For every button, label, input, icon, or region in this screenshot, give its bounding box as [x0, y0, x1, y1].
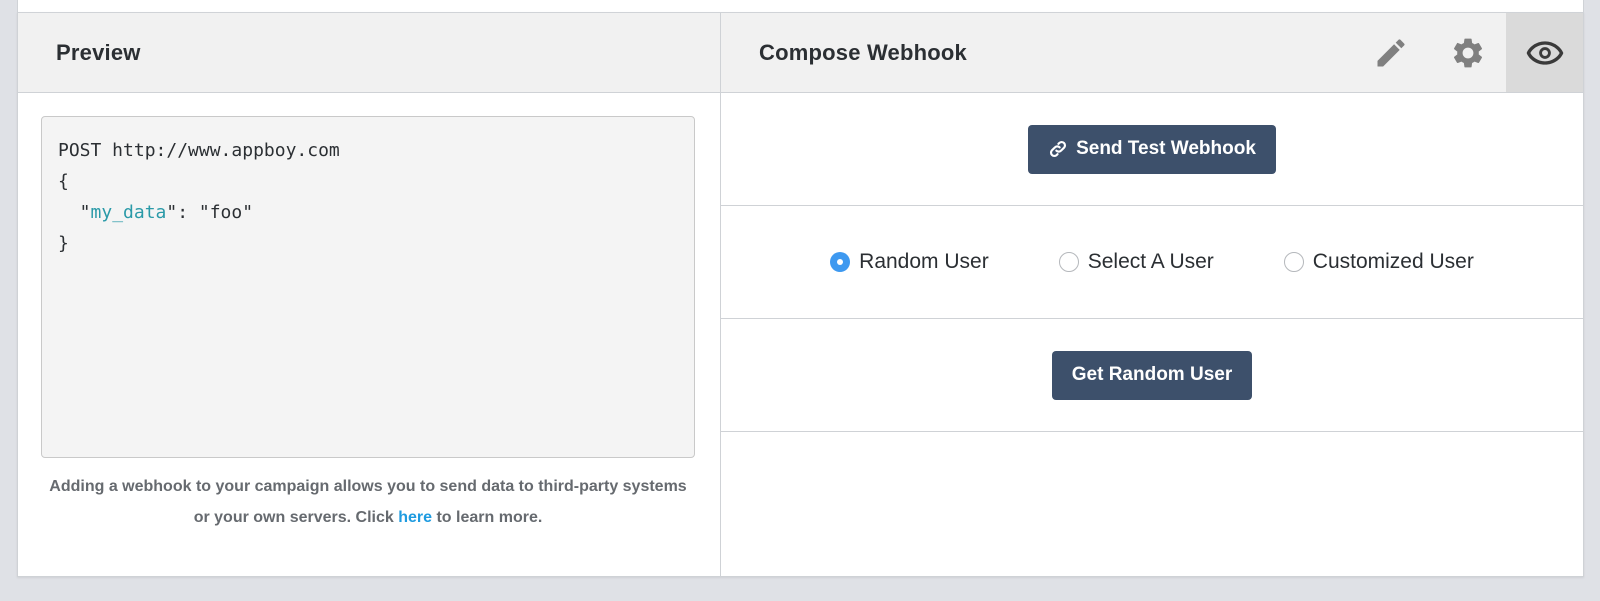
radio-label: Customized User: [1312, 250, 1474, 273]
compose-pane: Compose Webhook Send Test Webhook Random…: [721, 13, 1583, 576]
code-key: my_data: [90, 202, 167, 223]
radio-select-a-user[interactable]: Select A User: [1058, 250, 1214, 274]
settings-tab[interactable]: [1429, 13, 1506, 92]
code-line-request: POST http://www.appboy.com: [58, 140, 340, 161]
compose-header: Compose Webhook: [721, 13, 1583, 93]
send-test-section: Send Test Webhook: [721, 93, 1583, 206]
user-select-section: Random User Select A User Customized Use…: [721, 206, 1583, 319]
code-line-close-brace: }: [58, 233, 69, 254]
radio-button-checked[interactable]: [830, 252, 851, 272]
radio-button[interactable]: [1283, 252, 1304, 272]
compose-title: Compose Webhook: [759, 40, 967, 65]
pencil-icon: [1377, 38, 1405, 66]
code-line-value: ": "foo": [166, 202, 254, 223]
helper-text: Adding a webhook to your campaign allows…: [41, 471, 695, 533]
edit-tab[interactable]: [1352, 13, 1429, 92]
helper-text-before: Adding a webhook to your campaign allows…: [49, 478, 687, 526]
preview-header: Preview: [18, 13, 720, 93]
user-radio-group: Random User Select A User Customized Use…: [830, 250, 1474, 274]
header-icon-group: [1352, 13, 1583, 92]
preview-tab[interactable]: [1506, 13, 1583, 92]
radio-button[interactable]: [1058, 252, 1079, 272]
send-test-webhook-label: Send Test Webhook: [1076, 138, 1256, 159]
eye-icon: [1526, 40, 1563, 65]
code-line-open-brace: {: [58, 171, 69, 192]
get-user-section: Get Random User: [721, 319, 1583, 432]
top-strip: [17, 0, 1584, 12]
send-test-webhook-button[interactable]: Send Test Webhook: [1028, 124, 1276, 174]
webhook-card: Preview POST http://www.appboy.com { "my…: [17, 12, 1584, 577]
webhook-preview-code: POST http://www.appboy.com { "my_data": …: [41, 116, 695, 458]
link-icon: [1050, 140, 1067, 158]
radio-label: Random User: [859, 250, 989, 273]
helper-text-after: to learn more.: [432, 509, 543, 526]
preview-title: Preview: [56, 40, 141, 65]
preview-pane: Preview POST http://www.appboy.com { "my…: [18, 13, 721, 576]
radio-label: Select A User: [1087, 250, 1214, 273]
radio-random-user[interactable]: Random User: [830, 250, 989, 274]
code-line-indent: ": [58, 202, 91, 223]
get-random-user-button[interactable]: Get Random User: [1051, 350, 1253, 400]
radio-customized-user[interactable]: Customized User: [1283, 250, 1474, 274]
learn-more-link[interactable]: here: [398, 509, 432, 526]
gear-icon: [1453, 38, 1482, 67]
